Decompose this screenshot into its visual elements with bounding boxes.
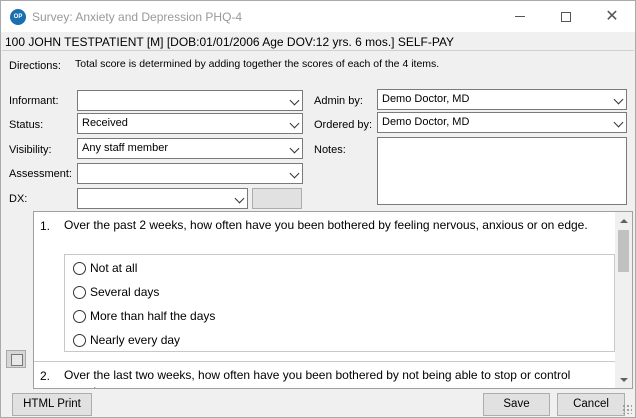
visibility-select[interactable]: Any staff member [77,138,303,159]
chevron-down-icon [289,95,300,106]
patient-banner: 100 JOHN TESTPATIENT [M] [DOB:01/01/2006… [5,35,455,49]
scroll-up-button[interactable] [615,212,632,229]
admin-by-label: Admin by: [314,95,363,107]
informant-select[interactable] [77,90,303,111]
dx-lookup-button[interactable] [252,188,302,209]
visibility-value: Any staff member [82,142,168,154]
close-icon: ✕ [605,7,619,25]
answer-option[interactable]: Not at all [73,258,137,278]
assessment-label: Assessment: [9,168,72,180]
chevron-down-icon [289,143,300,154]
question-text: Over the past 2 weeks, how often have yo… [64,218,588,232]
resize-grip-icon[interactable] [622,404,632,414]
notes-textarea[interactable] [377,137,627,205]
divider [2,50,634,51]
vertical-scrollbar[interactable] [615,212,632,388]
divider [34,361,615,362]
html-print-button[interactable]: HTML Print [12,393,92,416]
visibility-label: Visibility: [9,144,52,156]
save-button[interactable]: Save [483,393,550,416]
title-bar[interactable]: OP Survey: Anxiety and Depression PHQ-4 … [1,1,635,32]
minimize-icon [515,16,525,17]
chevron-down-icon [613,94,624,105]
survey-window: OP Survey: Anxiety and Depression PHQ-4 … [0,0,636,418]
radio-button-icon[interactable] [73,261,86,275]
chevron-down-icon [234,193,245,204]
informant-label: Informant: [9,95,59,107]
scroll-down-button[interactable] [615,371,632,388]
answer-option[interactable]: Several days [73,282,159,302]
directions-text: Total score is determined by adding toge… [75,58,440,70]
close-button[interactable]: ✕ [589,1,635,32]
questions-panel: 1. Over the past 2 weeks, how often have… [33,211,633,389]
ordered-by-value: Demo Doctor, MD [382,116,470,128]
answer-option[interactable]: More than half the days [73,306,215,326]
assessment-select[interactable] [77,163,303,184]
notes-label: Notes: [314,144,346,156]
status-label: Status: [9,119,44,131]
ordered-by-select[interactable]: Demo Doctor, MD [377,112,627,133]
maximize-button[interactable] [543,1,589,32]
answer-option[interactable]: Nearly every day [73,330,180,350]
app-logo-icon: OP [10,9,26,25]
dx-select[interactable] [77,188,248,209]
answer-options-group: Not at all Several days More than half t… [64,254,615,352]
admin-by-select[interactable]: Demo Doctor, MD [377,89,627,110]
maximize-icon [561,11,571,22]
minimize-button[interactable] [497,1,543,32]
radio-button-icon[interactable] [73,333,86,347]
cancel-button[interactable]: Cancel [557,393,625,416]
window-title: Survey: Anxiety and Depression PHQ-4 [32,10,243,24]
answer-option-label: More than half the days [90,309,216,323]
arrow-down-icon [619,377,628,382]
admin-by-value: Demo Doctor, MD [382,93,470,105]
radio-button-icon[interactable] [73,285,86,299]
arrow-up-icon [619,218,628,223]
chevron-down-icon [289,168,300,179]
answer-option-label: Nearly every day [90,333,181,347]
answer-option-label: Several days [90,285,160,299]
chevron-down-icon [289,118,300,129]
status-select[interactable]: Received [77,113,303,134]
scroll-thumb[interactable] [618,230,629,272]
question-number: 2. [40,369,51,383]
question-number: 1. [40,219,51,233]
chevron-down-icon [613,117,624,128]
directions-label: Directions: [9,60,61,72]
answer-option-label: Not at all [90,261,138,275]
attachment-icon[interactable] [6,350,26,368]
ordered-by-label: Ordered by: [314,119,373,131]
radio-button-icon[interactable] [73,309,86,323]
question-text: Over the last two weeks, how often have … [64,368,571,388]
dx-label: DX: [9,193,28,205]
status-value: Received [82,117,128,129]
